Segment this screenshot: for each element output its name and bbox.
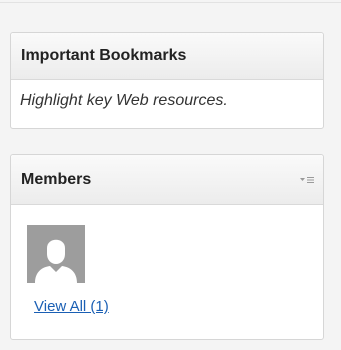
page: Important Bookmarks Highlight key Web re… (0, 0, 341, 350)
bookmarks-widget-header: Important Bookmarks (11, 33, 323, 80)
bookmarks-widget-title: Important Bookmarks (21, 47, 187, 64)
view-all-members-link[interactable]: View All (1) (34, 298, 109, 315)
default-user-avatar-icon (27, 225, 85, 283)
dropdown-menu-icon[interactable] (300, 173, 314, 185)
dropdown-menu-icon-graphic (300, 177, 314, 183)
members-widget: Members View All (1) (10, 154, 324, 340)
member-avatar[interactable] (27, 225, 85, 283)
members-widget-header: Members (11, 155, 323, 205)
members-widget-title: Members (21, 170, 92, 188)
top-divider (0, 0, 341, 3)
bookmarks-description: Highlight key Web resources. (20, 92, 228, 109)
bookmarks-widget: Important Bookmarks Highlight key Web re… (10, 32, 324, 129)
